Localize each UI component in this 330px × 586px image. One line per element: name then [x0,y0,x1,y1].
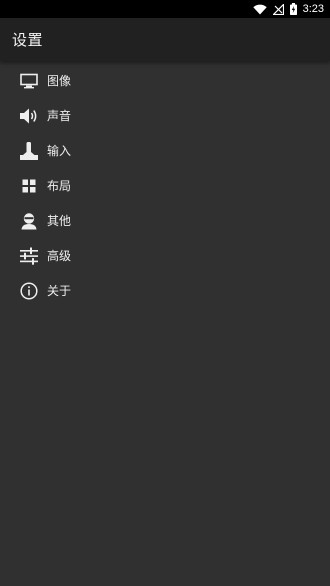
menu-item-label: 输入 [47,144,72,158]
monitor-icon [18,70,40,92]
page-title: 设置 [12,31,44,49]
menu-item-input[interactable]: 输入 [0,133,330,168]
status-time: 3:23 [302,3,324,15]
status-icons: 3:23 [252,0,324,18]
menu-item-display[interactable]: 图像 [0,63,330,98]
menu-item-layout[interactable]: 布局 [0,168,330,203]
joystick-icon [18,140,40,162]
menu-item-sound[interactable]: 声音 [0,98,330,133]
sliders-icon [18,245,40,267]
menu-item-label: 图像 [47,74,72,88]
signal-icon [272,3,284,15]
battery-charging-icon [289,3,297,15]
menu-item-label: 声音 [47,109,72,123]
menu-item-advanced[interactable]: 高级 [0,238,330,273]
settings-menu: 图像 声音 输入 布局 其他 高级 关于 [0,63,330,308]
speaker-icon [18,105,40,127]
info-icon [18,280,40,302]
menu-item-other[interactable]: 其他 [0,203,330,238]
person-icon [18,210,40,232]
menu-item-label: 高级 [47,249,72,263]
menu-item-label: 布局 [47,179,72,193]
menu-item-about[interactable]: 关于 [0,273,330,308]
app-bar: 设置 [0,18,330,61]
menu-item-label: 关于 [47,284,72,298]
grid-icon [18,175,40,197]
status-bar: 3:23 [0,0,330,18]
wifi-icon [252,4,267,15]
menu-item-label: 其他 [47,214,72,228]
